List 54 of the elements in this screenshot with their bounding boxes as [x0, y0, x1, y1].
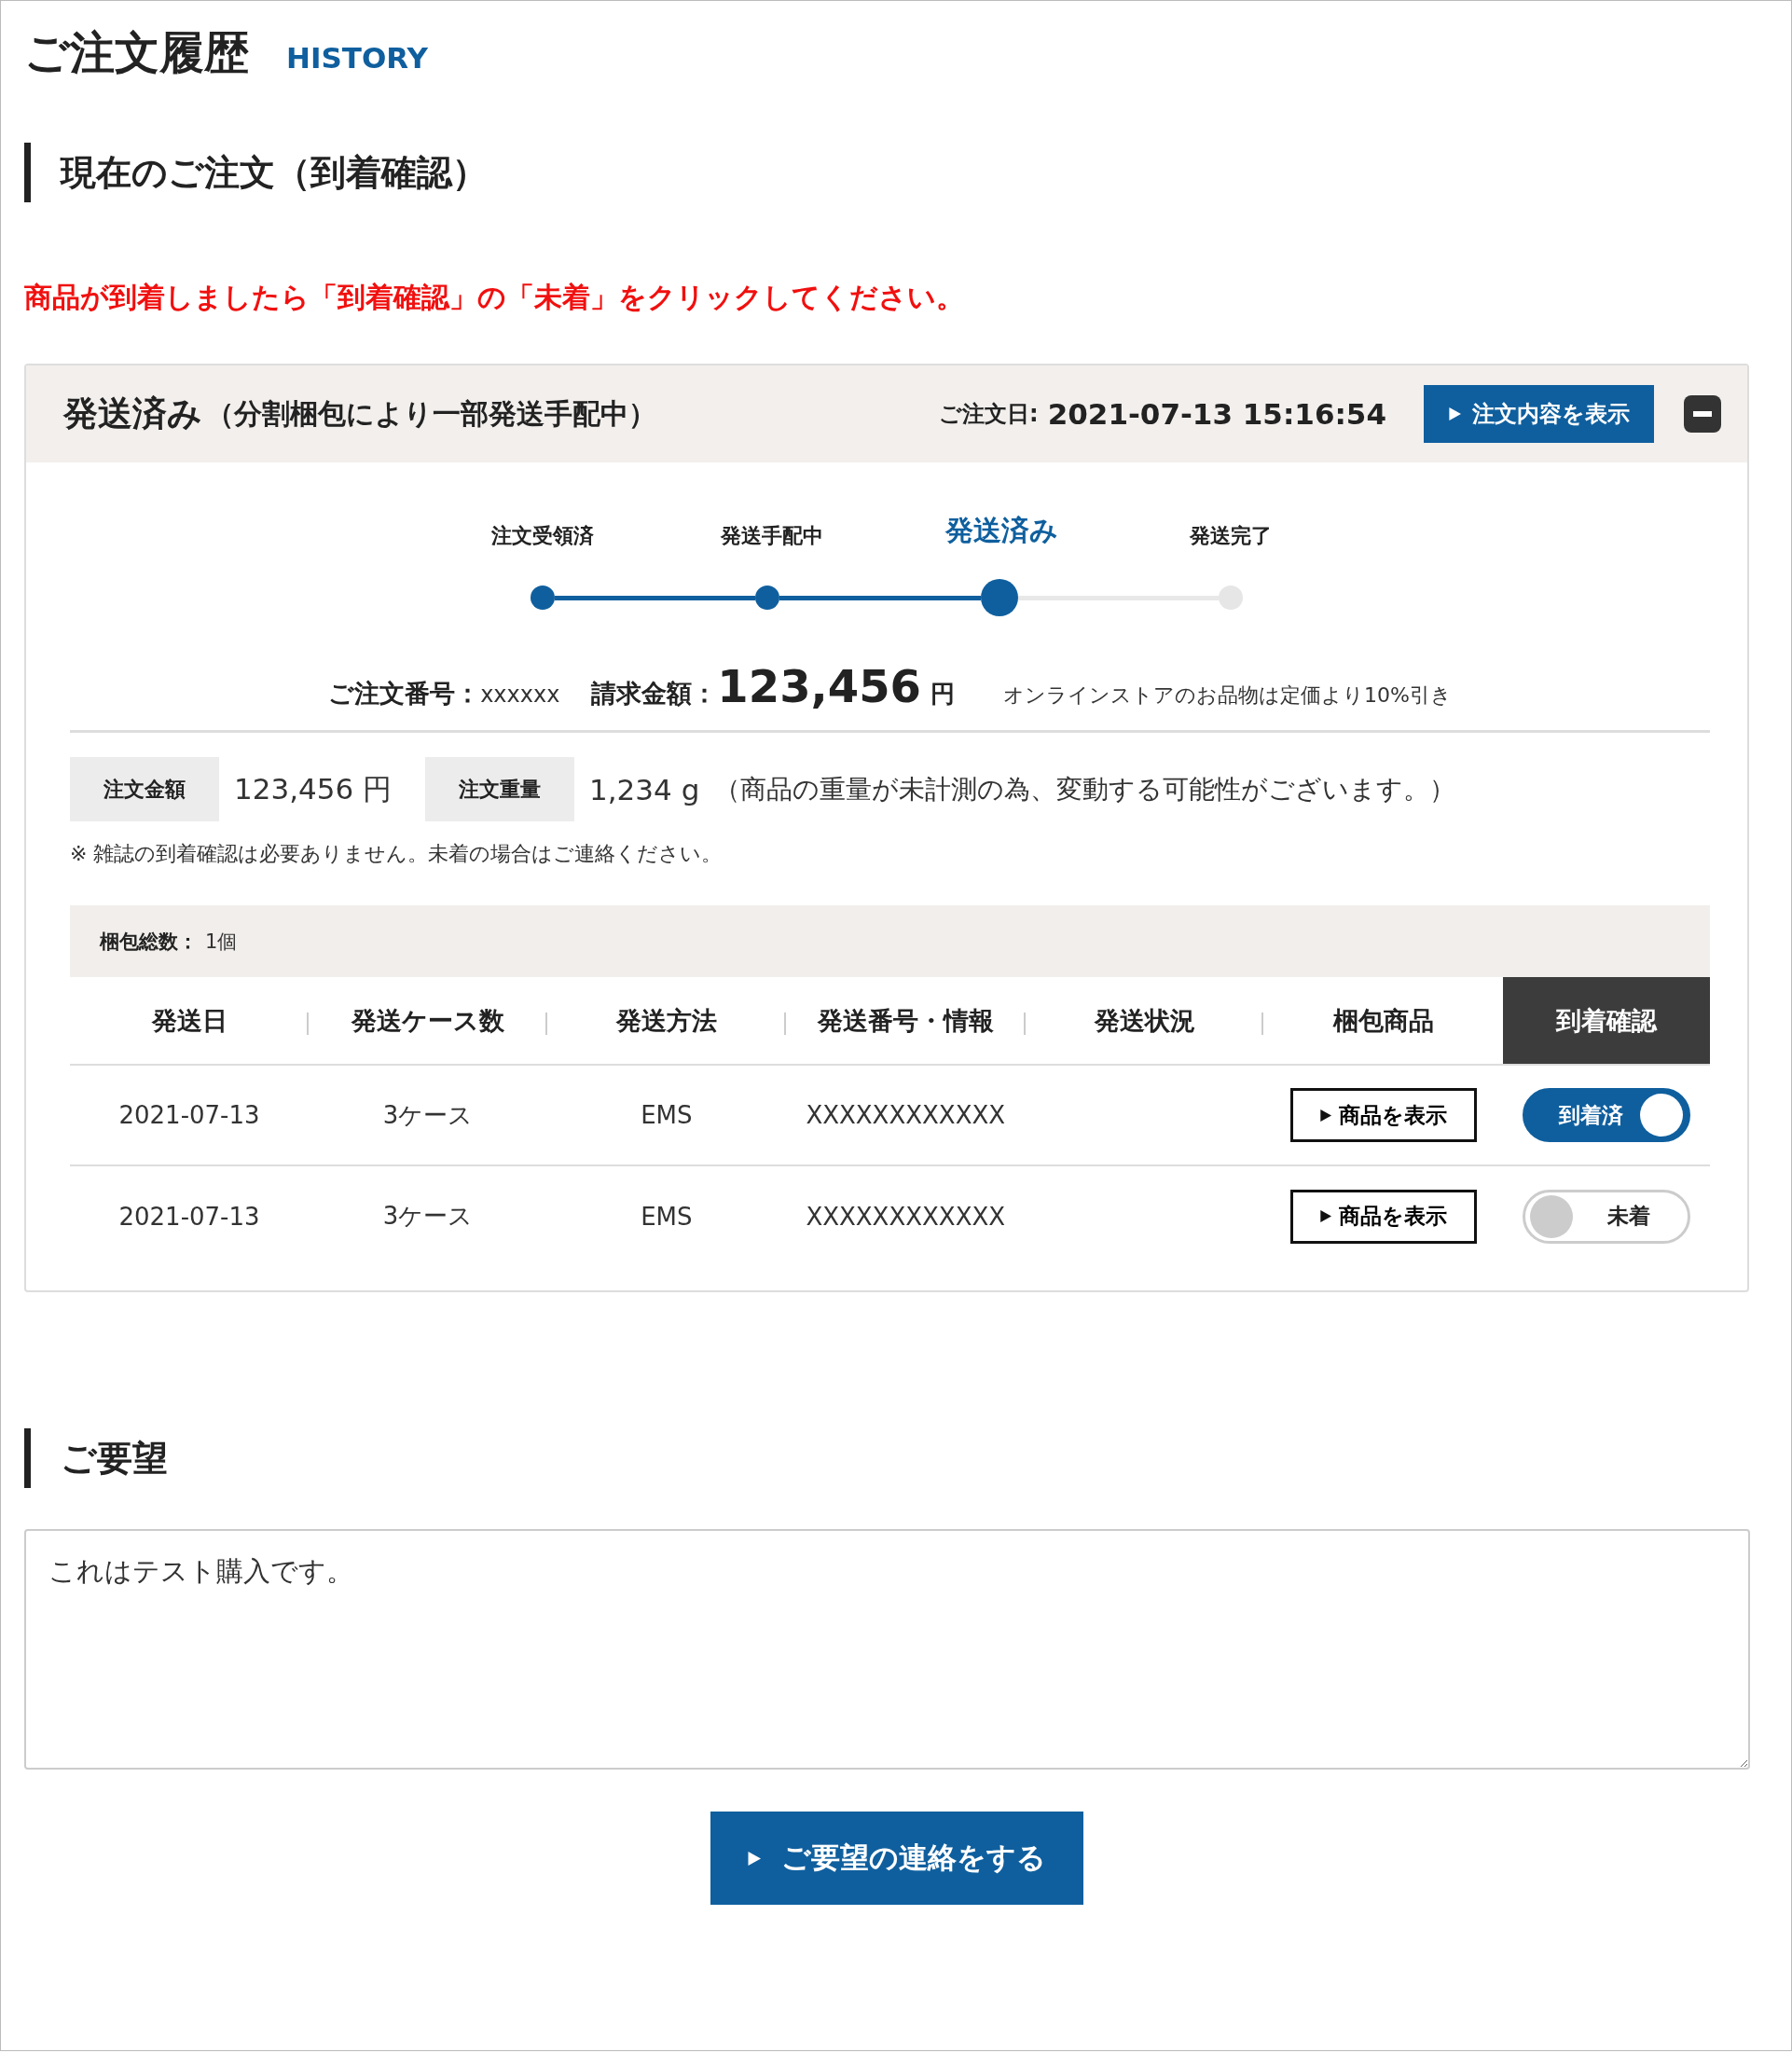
column-header: 発送状況 [1025, 977, 1264, 1065]
step-label: 発送手配中 [721, 523, 823, 549]
table-cell: EMS [546, 1165, 786, 1266]
footnote-text: ※ 雑誌の到着確認は必要ありません。未着の場合はご連絡ください。 [70, 841, 724, 867]
table-cell: EMS [546, 1065, 786, 1165]
column-header: 到着確認 [1503, 977, 1710, 1065]
package-count-label: 梱包総数： [100, 929, 198, 955]
notice-text: 商品が到着しましたら「到着確認」の「未着」をクリックしてください。 [24, 280, 965, 315]
table-cell: 3ケース [309, 1165, 547, 1266]
table-cell: 2021-07-13 [70, 1165, 310, 1266]
order-date-label: ご注文日: [939, 400, 1039, 429]
column-header: 発送方法 [546, 977, 786, 1065]
order-date: 2021-07-13 15:16:54 [1047, 397, 1386, 431]
table-cell: XXXXXXXXXXXX [785, 1165, 1026, 1266]
order-number: xxxxxx [480, 682, 560, 708]
column-header: 発送日 [70, 977, 310, 1065]
summary-label: 注文重量 [425, 757, 575, 821]
amount-label: 請求金額： [591, 678, 718, 710]
table-cell: 2021-07-13 [70, 1065, 310, 1165]
page-title: ご注文履歴 [24, 25, 249, 80]
section-heading: 現在のご注文（到着確認） [24, 143, 1769, 202]
order-status: 発送済み [63, 393, 202, 435]
currency-text: 円 [930, 679, 955, 710]
show-items-button[interactable]: 商品を表示 [1289, 1088, 1477, 1142]
column-header: 発送番号・情報 [785, 977, 1026, 1065]
summary-value: 123,456 円 [234, 770, 393, 807]
minus-icon [1693, 411, 1712, 417]
order-number-label: ご注文番号： [328, 678, 481, 710]
page-subtitle: HISTORY [286, 41, 428, 75]
arrival-toggle[interactable]: 未着 [1523, 1189, 1691, 1244]
triangle-icon [1319, 1109, 1332, 1122]
column-header: 発送ケース数 [309, 977, 547, 1065]
section-heading: ご要望 [24, 1428, 1769, 1488]
step-label: 注文受領済 [491, 523, 594, 549]
step-label: 発送済み [944, 513, 1058, 548]
request-field[interactable]: これはテスト購入です。 [24, 1529, 1750, 1770]
summary-value: 1,234 g [589, 772, 700, 806]
triangle-icon [1448, 407, 1461, 420]
triangle-icon [1319, 1210, 1332, 1222]
amount-value: 123,456 [717, 660, 921, 712]
collapse-button[interactable] [1684, 395, 1721, 433]
triangle-icon [747, 1851, 761, 1866]
show-items-button[interactable]: 商品を表示 [1289, 1189, 1477, 1244]
discount-note: オンラインストアのお品物は定価より10%引き [1002, 682, 1452, 709]
table-cell: 3ケース [309, 1065, 547, 1165]
weight-note: （商品の重量が未計測の為、変動する可能性がございます。） [714, 772, 1456, 806]
step-label: 発送完了 [1190, 523, 1272, 549]
arrival-toggle[interactable]: 到着済 [1523, 1088, 1691, 1142]
send-request-button[interactable]: ご要望の連絡をする [710, 1812, 1083, 1905]
status-note: （分割梱包により一部発送手配中） [206, 395, 656, 432]
table-cell: XXXXXXXXXXXX [785, 1065, 1026, 1165]
package-count: 1個 [205, 929, 238, 955]
summary-label: 注文金額 [70, 757, 219, 821]
order-detail-button[interactable]: 注文内容を表示 [1424, 385, 1654, 443]
